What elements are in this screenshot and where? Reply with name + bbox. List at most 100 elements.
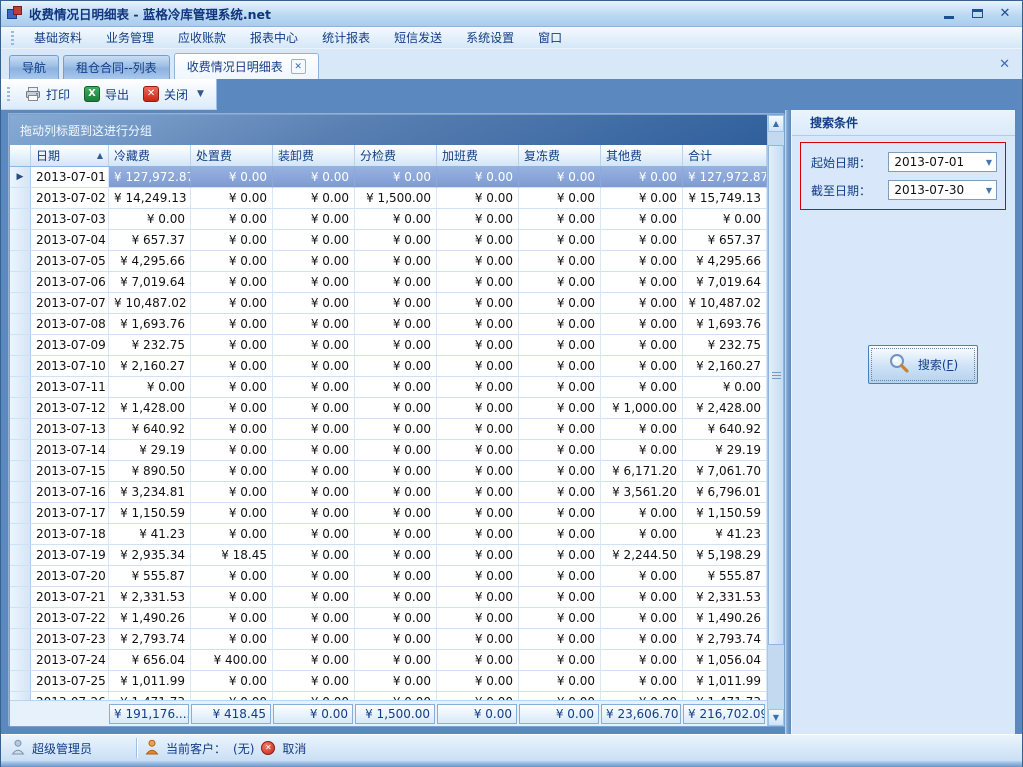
cell-amount: ¥ 0.00 [601,440,683,461]
column-header-loading-fee[interactable]: 装卸费 [273,145,355,166]
column-header-total[interactable]: 合计 [683,145,767,166]
table-row[interactable]: 2013-07-11¥ 0.00¥ 0.00¥ 0.00¥ 0.00¥ 0.00… [10,377,767,398]
cell-date: 2013-07-06 [31,272,109,293]
column-header-cold-storage-fee[interactable]: 冷藏费 [109,145,191,166]
row-indicator [10,482,31,503]
scroll-up-icon[interactable]: ▲ [768,115,784,132]
cancel-icon[interactable]: ✕ [261,741,275,755]
table-row[interactable]: 2013-07-20¥ 555.87¥ 0.00¥ 0.00¥ 0.00¥ 0.… [10,566,767,587]
cell-amount: ¥ 1,471.73 [683,692,767,700]
vertical-scrollbar[interactable]: ▲ ▼ [767,115,784,726]
chevron-down-icon[interactable]: ▼ [986,186,992,195]
table-row[interactable]: 2013-07-14¥ 29.19¥ 0.00¥ 0.00¥ 0.00¥ 0.0… [10,440,767,461]
end-date-combobox[interactable]: 2013-07-30 ▼ [888,180,997,200]
cell-amount: ¥ 0.00 [601,608,683,629]
table-row[interactable]: 2013-07-21¥ 2,331.53¥ 0.00¥ 0.00¥ 0.00¥ … [10,587,767,608]
tabstrip-close-icon[interactable]: ✕ [999,57,1010,72]
cell-amount: ¥ 0.00 [601,650,683,671]
column-header-overtime-fee[interactable]: 加班费 [437,145,519,166]
app-icon [7,6,23,21]
table-row[interactable]: 2013-07-26¥ 1,471.73¥ 0.00¥ 0.00¥ 0.00¥ … [10,692,767,700]
tab-warehouse-contract-list[interactable]: 租仓合同--列表 [63,55,170,79]
cell-amount: ¥ 0.00 [191,314,273,335]
cell-amount: ¥ 6,171.20 [601,461,683,482]
menu-item-receivables[interactable]: 应收账款 [166,27,238,48]
column-header-refreeze-fee[interactable]: 复冻费 [519,145,601,166]
table-row[interactable]: 2013-07-12¥ 1,428.00¥ 0.00¥ 0.00¥ 0.00¥ … [10,398,767,419]
menu-item-sms-send[interactable]: 短信发送 [382,27,454,48]
menu-item-report-center[interactable]: 报表中心 [238,27,310,48]
close-tab-button[interactable]: ✕ 关闭 [136,83,195,106]
cell-amount: ¥ 0.00 [273,671,355,692]
table-row[interactable]: 2013-07-25¥ 1,011.99¥ 0.00¥ 0.00¥ 0.00¥ … [10,671,767,692]
cell-date: 2013-07-08 [31,314,109,335]
scrollbar-thumb[interactable] [768,145,784,645]
search-button[interactable]: 搜索(F) [868,345,978,384]
cell-amount: ¥ 0.00 [601,503,683,524]
group-by-panel[interactable]: 拖动列标题到这进行分组 [10,115,767,145]
table-row[interactable]: 2013-07-03¥ 0.00¥ 0.00¥ 0.00¥ 0.00¥ 0.00… [10,209,767,230]
scroll-down-icon[interactable]: ▼ [768,709,784,726]
cell-amount: ¥ 0.00 [437,335,519,356]
table-row[interactable]: 2013-07-22¥ 1,490.26¥ 0.00¥ 0.00¥ 0.00¥ … [10,608,767,629]
table-row[interactable]: 2013-07-19¥ 2,935.34¥ 18.45¥ 0.00¥ 0.00¥… [10,545,767,566]
menu-item-business-mgmt[interactable]: 业务管理 [94,27,166,48]
menu-item-statistics-report[interactable]: 统计报表 [310,27,382,48]
table-row[interactable]: 2013-07-17¥ 1,150.59¥ 0.00¥ 0.00¥ 0.00¥ … [10,503,767,524]
cell-amount: ¥ 0.00 [601,671,683,692]
tab-navigation[interactable]: 导航 [9,55,59,79]
cell-date: 2013-07-20 [31,566,109,587]
cell-amount: ¥ 0.00 [601,356,683,377]
cancel-client-link[interactable]: 取消 [282,740,306,757]
table-row[interactable]: 2013-07-06¥ 7,019.64¥ 0.00¥ 0.00¥ 0.00¥ … [10,272,767,293]
column-header-sorting-fee[interactable]: 分检费 [355,145,437,166]
tab-close-button[interactable]: ✕ [291,59,306,74]
column-header-other-fee[interactable]: 其他费 [601,145,683,166]
menu-item-system-settings[interactable]: 系统设置 [454,27,526,48]
cell-amount: ¥ 0.00 [109,377,191,398]
menu-item-basic-data[interactable]: 基础资料 [22,27,94,48]
grid-region: 拖动列标题到这进行分组 日期 ▲ 冷藏费 处置费 装卸费 分检费 加班费 复冻费… [1,110,785,734]
menu-grip-handle[interactable] [11,31,14,45]
maximize-button[interactable] [970,7,984,21]
current-user-label: 超级管理员 [32,740,92,757]
table-row[interactable]: ▶2013-07-01¥ 127,972.87¥ 0.00¥ 0.00¥ 0.0… [10,167,767,188]
cell-amount: ¥ 0.00 [273,167,355,188]
toolbar-overflow-caret-icon[interactable]: ▼ [197,89,204,99]
start-date-combobox[interactable]: 2013-07-01 ▼ [888,152,997,172]
cell-amount: ¥ 0.00 [355,608,437,629]
table-row[interactable]: 2013-07-08¥ 1,693.76¥ 0.00¥ 0.00¥ 0.00¥ … [10,314,767,335]
table-row[interactable]: 2013-07-04¥ 657.37¥ 0.00¥ 0.00¥ 0.00¥ 0.… [10,230,767,251]
cell-amount: ¥ 0.00 [601,188,683,209]
tab-fee-daily-report[interactable]: 收费情况日明细表 ✕ [174,53,319,79]
cell-amount: ¥ 0.00 [437,272,519,293]
close-button[interactable]: ✕ [998,7,1012,21]
table-row[interactable]: 2013-07-18¥ 41.23¥ 0.00¥ 0.00¥ 0.00¥ 0.0… [10,524,767,545]
table-row[interactable]: 2013-07-10¥ 2,160.27¥ 0.00¥ 0.00¥ 0.00¥ … [10,356,767,377]
column-header-disposal-fee[interactable]: 处置费 [191,145,273,166]
print-button[interactable]: 打印 [18,83,77,106]
menu-item-window[interactable]: 窗口 [526,27,574,48]
minimize-button[interactable] [942,7,956,21]
table-row[interactable]: 2013-07-16¥ 3,234.81¥ 0.00¥ 0.00¥ 0.00¥ … [10,482,767,503]
table-row[interactable]: 2013-07-09¥ 232.75¥ 0.00¥ 0.00¥ 0.00¥ 0.… [10,335,767,356]
cell-amount: ¥ 0.00 [601,419,683,440]
chevron-down-icon[interactable]: ▼ [986,158,992,167]
export-button[interactable]: X 导出 [77,83,136,106]
table-row[interactable]: 2013-07-02¥ 14,249.13¥ 0.00¥ 0.00¥ 1,500… [10,188,767,209]
row-indicator [10,272,31,293]
cell-date: 2013-07-25 [31,671,109,692]
table-row[interactable]: 2013-07-23¥ 2,793.74¥ 0.00¥ 0.00¥ 0.00¥ … [10,629,767,650]
table-row[interactable]: 2013-07-24¥ 656.04¥ 400.00¥ 0.00¥ 0.00¥ … [10,650,767,671]
cell-amount: ¥ 0.00 [437,503,519,524]
table-row[interactable]: 2013-07-13¥ 640.92¥ 0.00¥ 0.00¥ 0.00¥ 0.… [10,419,767,440]
cell-date: 2013-07-19 [31,545,109,566]
table-row[interactable]: 2013-07-07¥ 10,487.02¥ 0.00¥ 0.00¥ 0.00¥… [10,293,767,314]
toolbar-grip-handle[interactable] [7,87,10,101]
cell-amount: ¥ 7,019.64 [683,272,767,293]
cell-amount: ¥ 2,244.50 [601,545,683,566]
table-row[interactable]: 2013-07-05¥ 4,295.66¥ 0.00¥ 0.00¥ 0.00¥ … [10,251,767,272]
column-header-date[interactable]: 日期 ▲ [31,145,109,166]
cell-amount: ¥ 0.00 [273,629,355,650]
table-row[interactable]: 2013-07-15¥ 890.50¥ 0.00¥ 0.00¥ 0.00¥ 0.… [10,461,767,482]
